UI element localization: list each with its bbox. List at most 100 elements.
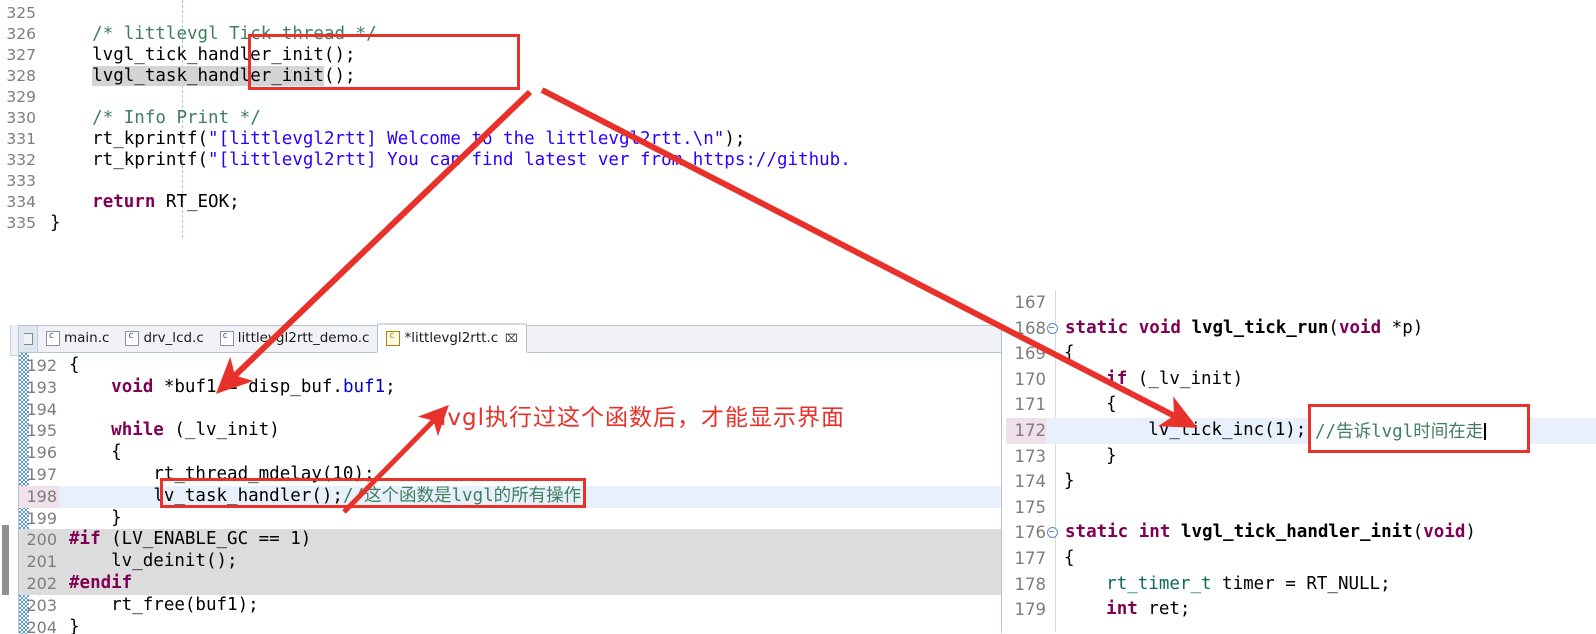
code-line[interactable]: 176 static int lvgl_tick_handler_init(voi… <box>1006 520 1596 546</box>
editor-tab-littlevgl2rtt-democ[interactable]: littlevgl2rtt_demo.c <box>212 325 378 352</box>
code-text[interactable]: return RT_EOK; <box>36 192 851 213</box>
line-number: 167 <box>1014 293 1047 312</box>
code-token: #if <box>69 529 101 550</box>
code-line[interactable]: 333 <box>6 171 851 192</box>
code-text[interactable]: rt_timer_t timer = RT_NULL; <box>1057 572 1596 598</box>
code-text[interactable]: #endif <box>59 573 1001 595</box>
code-line[interactable]: 168 static void lvgl_tick_run(void *p) <box>1006 316 1596 342</box>
code-text[interactable]: { <box>1057 546 1596 572</box>
code-text[interactable]: } <box>59 508 1001 530</box>
fold-collapse-icon[interactable] <box>1047 527 1058 539</box>
code-line[interactable]: 325 <box>6 3 851 24</box>
code-line[interactable]: 174} <box>1006 469 1596 495</box>
code-text[interactable]: lv_deinit(); <box>59 551 1001 573</box>
code-text[interactable]: } <box>36 213 851 234</box>
editor-tab-littlevgl2rttc[interactable]: *littlevgl2rtt.c ⌧ <box>377 323 527 353</box>
code-text[interactable]: { <box>1057 392 1596 418</box>
code-line[interactable]: 335} <box>6 213 851 234</box>
editor-tab-mainc[interactable]: main.c <box>38 325 117 352</box>
code-line[interactable]: 178 rt_timer_t timer = RT_NULL; <box>1006 572 1596 598</box>
code-text[interactable] <box>36 3 851 24</box>
code-text[interactable] <box>36 87 851 108</box>
code-text[interactable]: if (_lv_init) <box>1057 367 1596 393</box>
code-line[interactable]: 334 return RT_EOK; <box>6 192 851 213</box>
code-token: lvgl_tick_handler_init(); <box>50 45 356 65</box>
code-line[interactable]: 200 #if (LV_ENABLE_GC == 1) <box>19 529 1001 552</box>
code-text[interactable]: } <box>59 617 1001 634</box>
code-line[interactable]: 201 lv_deinit(); <box>19 551 1001 573</box>
line-number: 194 <box>26 399 57 419</box>
code-text[interactable]: rt_free(buf1); <box>59 595 1001 617</box>
code-line[interactable]: 169 { <box>1006 341 1596 367</box>
code-token: } <box>1064 445 1117 466</box>
code-text[interactable] <box>36 171 851 192</box>
code-text[interactable]: rt_kprintf("[littlevgl2rtt] Welcome to t… <box>36 129 851 150</box>
code-token: { <box>1064 547 1075 568</box>
code-line[interactable]: 204} <box>19 617 1001 634</box>
code-line[interactable]: 332 rt_kprintf("[littlevgl2rtt] You can … <box>6 150 850 171</box>
code-text[interactable]: { <box>1057 341 1596 367</box>
c-file-icon <box>219 330 234 346</box>
code-line[interactable]: 327 lvgl_tick_handler_init(); <box>6 45 851 66</box>
code-line[interactable]: 171 { <box>1006 392 1596 418</box>
code-text[interactable]: lv_task_handler();//这个函数是lvgl的所有操作 <box>59 486 1001 508</box>
code-line[interactable]: 199 } <box>19 508 1001 530</box>
editor-tab-label: main.c <box>64 330 110 346</box>
code-line[interactable]: 198 lv_task_handler();//这个函数是lvgl的所有操作 <box>19 485 1001 508</box>
line-number: 193 <box>26 377 57 397</box>
code-text[interactable]: } <box>1057 444 1596 470</box>
code-line[interactable]: 179 int ret; <box>1006 597 1596 623</box>
code-text[interactable] <box>1057 495 1596 521</box>
line-number: 203 <box>26 595 57 615</box>
code-text[interactable] <box>1057 290 1596 316</box>
code-token: { <box>1064 343 1075 364</box>
code-text[interactable]: rt_kprintf("[littlevgl2rtt] You can find… <box>36 150 851 171</box>
code-line[interactable]: 192 { <box>19 355 1001 377</box>
editor-littlevgl2rtt-c: main.c drv_lcd.c littlevgl2rtt_demo.c *litt… <box>18 323 1002 634</box>
code-text[interactable]: int ret; <box>1057 597 1596 623</box>
code-line[interactable]: 330 /* Info Print */ <box>6 108 851 129</box>
code-text[interactable]: lvgl_tick_handler_init(); <box>36 45 851 66</box>
code-token: (_lv_init) <box>163 420 280 441</box>
code-text[interactable]: rt_thread_mdelay(10); <box>59 464 1001 486</box>
close-icon[interactable]: ⌧ <box>505 332 518 345</box>
editor-body[interactable]: 192{193 void *buf1 = disp_buf.buf1; 194 1… <box>19 353 1001 634</box>
code-line[interactable]: 196 { <box>19 442 1001 464</box>
fold-collapse-icon[interactable] <box>1047 322 1058 334</box>
line-number: 172 <box>1006 417 1046 444</box>
code-line[interactable]: 170 if (_lv_init) <box>1006 367 1596 393</box>
code-line[interactable]: 331 rt_kprintf("[littlevgl2rtt] Welcome … <box>6 129 851 150</box>
scrollbar-thumb[interactable] <box>2 525 9 595</box>
code-line[interactable]: 328 lvgl_task_handler_init(); <box>6 66 851 87</box>
code-line[interactable]: 197 rt_thread_mdelay(10); <box>19 464 1001 486</box>
code-text[interactable]: { <box>59 355 1001 377</box>
code-text[interactable]: static int lvgl_tick_handler_init(void) <box>1058 520 1596 546</box>
code-text[interactable]: { <box>59 442 1001 464</box>
code-token: *p) <box>1381 317 1424 338</box>
code-text[interactable]: static void lvgl_tick_run(void *p) <box>1058 316 1596 342</box>
code-token: } <box>1064 471 1075 492</box>
code-line[interactable]: 326 /* littlevgl Tick thread */ <box>6 24 851 45</box>
code-line[interactable]: 175 <box>1006 495 1596 521</box>
code-text[interactable]: /* littlevgl Tick thread */ <box>36 24 851 45</box>
editor-tab-drv-lcdc[interactable]: drv_lcd.c <box>117 325 211 352</box>
tab-list-icon[interactable] <box>19 326 38 352</box>
code-text[interactable]: lvgl_task_handler_init(); <box>36 66 851 87</box>
code-line[interactable]: 167 <box>1006 290 1596 316</box>
code-text[interactable]: /* Info Print */ <box>36 108 851 129</box>
line-number: 174 <box>1014 472 1047 492</box>
code-line[interactable]: 202 #endif <box>19 572 1001 595</box>
code-line[interactable]: 173 } <box>1006 444 1596 470</box>
code-token: timer = RT_NULL; <box>1211 573 1391 594</box>
code-text[interactable]: #if (LV_ENABLE_GC == 1) <box>59 529 1001 551</box>
code-line[interactable]: 177 { <box>1006 546 1596 572</box>
line-number: 170 <box>1014 369 1047 389</box>
code-text[interactable]: } <box>1057 469 1596 495</box>
code-line[interactable]: 203 rt_free(buf1); <box>19 595 1001 617</box>
code-line[interactable]: 329 <box>6 87 851 108</box>
code-text[interactable]: void *buf1 = disp_buf.buf1; <box>59 377 1001 399</box>
code-line[interactable]: 193 void *buf1 = disp_buf.buf1; <box>19 377 1001 399</box>
editor-tab-label: littlevgl2rtt_demo.c <box>237 330 370 346</box>
left-scroll-sliver[interactable] <box>0 325 10 632</box>
